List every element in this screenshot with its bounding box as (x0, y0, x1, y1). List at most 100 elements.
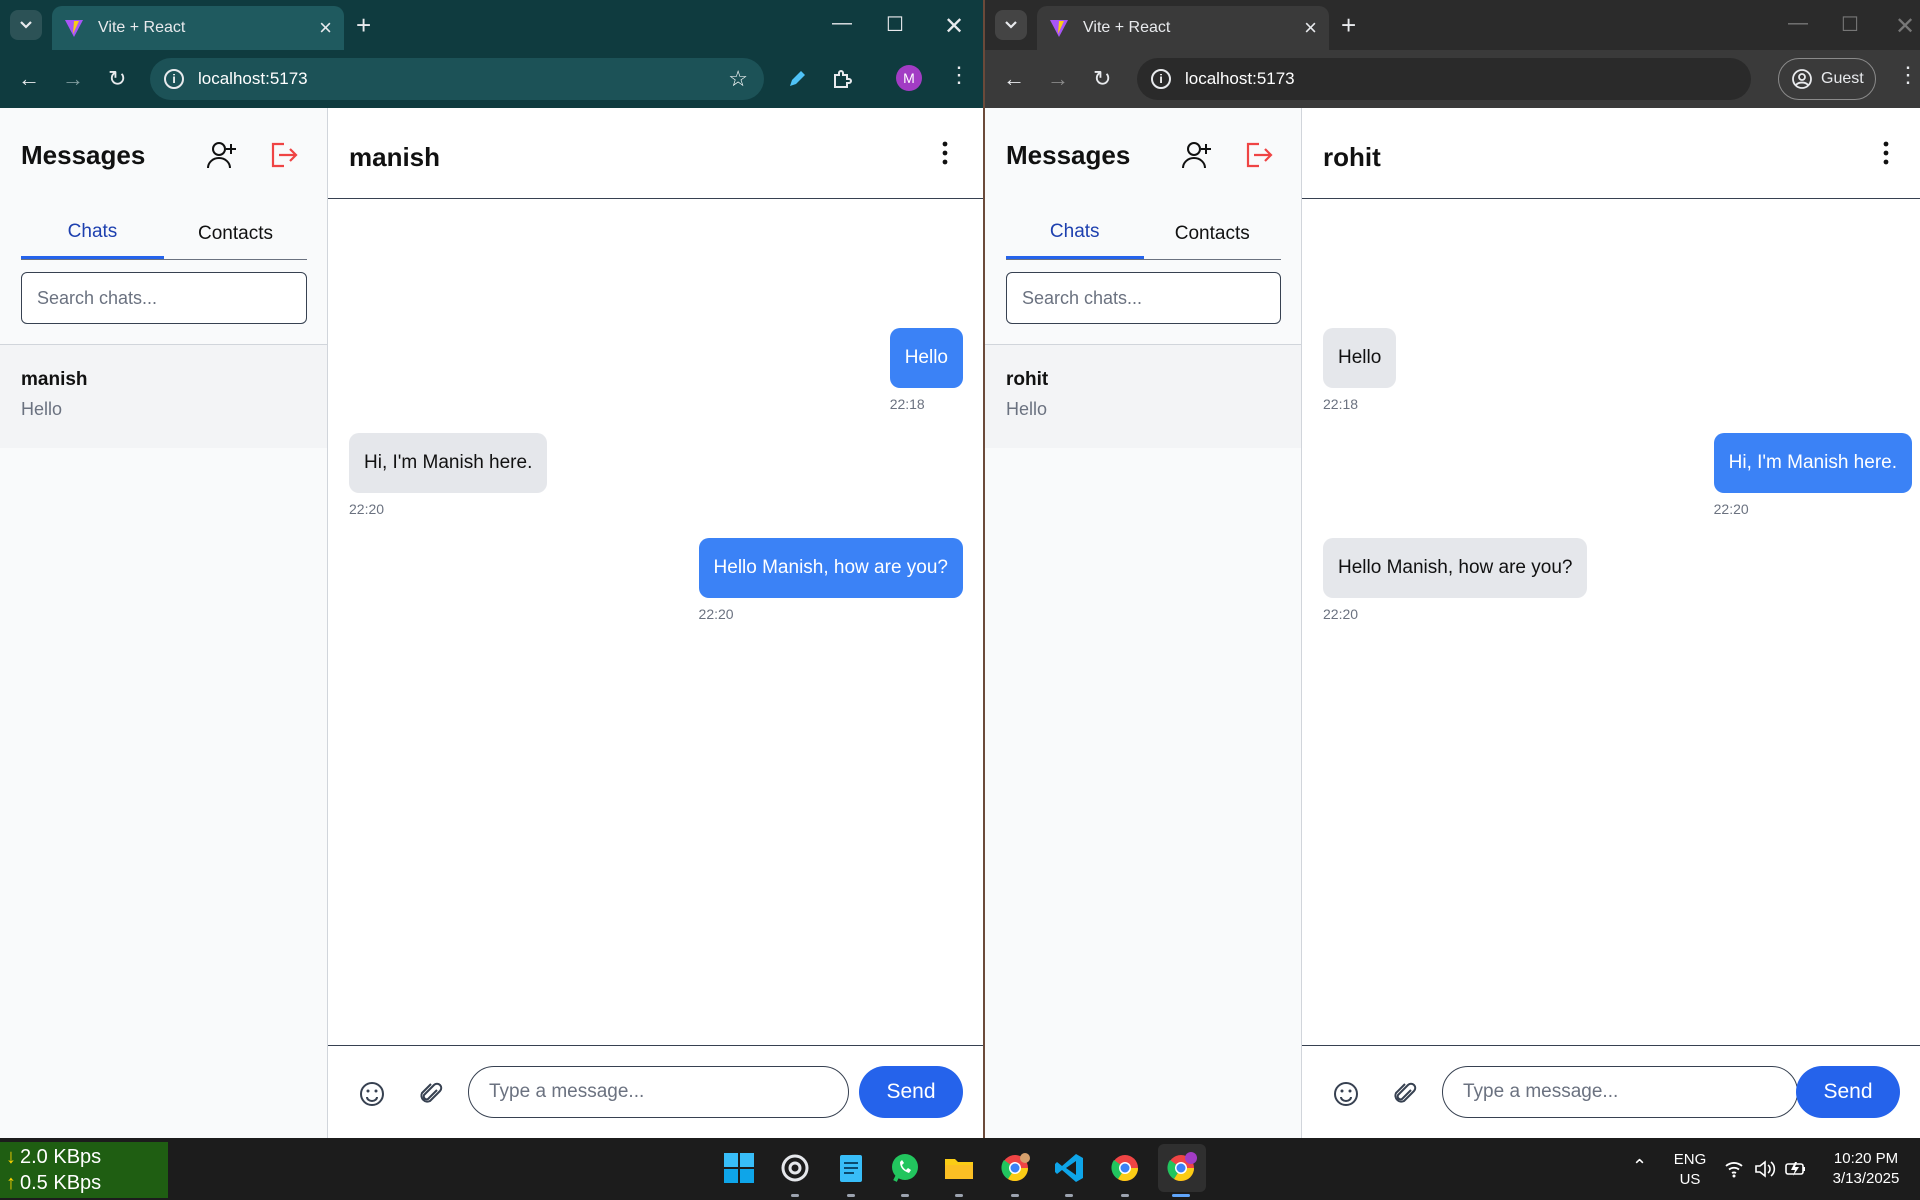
message-time: 22:20 (698, 606, 734, 622)
send-button[interactable]: Send (1796, 1066, 1900, 1118)
maximize-button[interactable]: ☐ (1841, 12, 1859, 37)
chatgpt-icon[interactable] (778, 1151, 812, 1185)
vscode-icon[interactable] (1052, 1151, 1086, 1185)
reload-button[interactable]: ↻ (108, 64, 126, 94)
logout-icon[interactable] (1241, 138, 1275, 172)
search-input[interactable] (21, 272, 307, 324)
message-incoming: Hello 22:18 (1323, 328, 1397, 412)
message-bubble: Hello (1323, 328, 1397, 388)
chat-pane: rohit Hello 22:18 Hi, I'm Manish here. 2… (1302, 108, 1920, 1138)
message-composer: Send (328, 1045, 983, 1138)
guest-icon (1792, 69, 1812, 89)
close-window-button[interactable]: ✕ (1895, 12, 1915, 41)
new-tab-button[interactable]: + (356, 12, 371, 38)
chat-name: rohit (1006, 369, 1049, 390)
browser-window-right: Vite + React × + — ☐ ✕ ← → ↻ i localhost… (985, 0, 1920, 1138)
forward-button[interactable]: → (1047, 64, 1069, 94)
clock[interactable]: 10:20 PM 3/13/2025 (1822, 1149, 1910, 1189)
file-explorer-icon[interactable] (942, 1151, 976, 1185)
browser-tab[interactable]: Vite + React × (1037, 6, 1329, 50)
site-info-icon[interactable]: i (164, 69, 184, 89)
sidebar-title: Messages (21, 140, 146, 170)
whatsapp-icon[interactable] (888, 1151, 922, 1185)
chat-list-item[interactable]: rohit Hello (985, 345, 1301, 448)
message-input[interactable] (468, 1066, 849, 1118)
pen-extension-icon[interactable] (786, 68, 808, 90)
paperclip-icon[interactable] (1391, 1080, 1419, 1108)
message-bubble: Hi, I'm Manish here. (1713, 433, 1912, 493)
volume-icon[interactable] (1754, 1159, 1776, 1179)
more-options-icon[interactable] (941, 140, 949, 166)
browser-tab[interactable]: Vite + React × (52, 6, 344, 50)
chevron-down-icon (20, 21, 32, 29)
add-contact-icon[interactable] (204, 138, 238, 172)
omnibar: ← → ↻ i localhost:5173 Guest ⋮ (985, 50, 1920, 108)
back-button[interactable]: ← (1003, 64, 1025, 94)
tab-chats[interactable]: Chats (21, 208, 164, 259)
profile-avatar[interactable]: M (896, 65, 922, 91)
message-outgoing: Hello 22:18 (889, 328, 963, 412)
running-indicator (791, 1194, 799, 1197)
more-options-icon[interactable] (1882, 140, 1890, 166)
show-hidden-icons-chevron-icon[interactable]: ⌃ (1632, 1156, 1647, 1176)
guest-profile-button[interactable]: Guest (1778, 58, 1876, 100)
running-indicator (1011, 1194, 1019, 1197)
close-tab-icon[interactable]: × (1304, 17, 1317, 39)
battery-charging-icon[interactable] (1784, 1159, 1808, 1179)
tab-contacts[interactable]: Contacts (1144, 208, 1282, 259)
tab-search-button[interactable] (10, 10, 42, 40)
back-button[interactable]: ← (18, 64, 40, 94)
browser-menu-icon[interactable]: ⋮ (1897, 62, 1919, 88)
add-contact-icon[interactable] (1179, 138, 1213, 172)
clock-date: 3/13/2025 (1832, 1170, 1900, 1187)
new-tab-button[interactable]: + (1341, 12, 1356, 38)
language-indicator[interactable]: ENG US (1668, 1150, 1712, 1190)
close-tab-icon[interactable]: × (319, 17, 332, 39)
network-monitor: ↓ 2.0 KBps ↑ 0.5 KBps (0, 1142, 168, 1198)
chrome-active-icon[interactable] (1164, 1151, 1198, 1185)
chrome-profile-icon[interactable] (998, 1151, 1032, 1185)
reload-button[interactable]: ↻ (1093, 64, 1111, 94)
message-input[interactable] (1442, 1066, 1798, 1118)
extensions-puzzle-icon[interactable] (830, 67, 854, 91)
site-info-icon[interactable]: i (1151, 69, 1171, 89)
tab-title: Vite + React (1083, 19, 1171, 36)
sidebar-title: Messages (1006, 140, 1131, 170)
message-time: 22:20 (349, 501, 385, 517)
message-outgoing: Hello Manish, how are you? 22:20 (698, 538, 963, 622)
notepad-icon[interactable] (834, 1151, 868, 1185)
close-window-button[interactable]: ✕ (944, 12, 964, 41)
search-input[interactable] (1006, 272, 1281, 324)
active-indicator (1172, 1194, 1190, 1197)
star-bookmark-icon[interactable]: ☆ (728, 66, 748, 92)
lang-line1: ENG (1673, 1151, 1707, 1168)
minimize-button[interactable]: — (1788, 12, 1808, 35)
messaging-app: Messages Chats Contacts rohit Hello rohi… (985, 108, 1920, 1138)
windows-start-icon[interactable] (722, 1151, 756, 1185)
tab-contacts[interactable]: Contacts (164, 208, 307, 259)
address-bar[interactable]: i localhost:5173 (1137, 58, 1751, 100)
running-indicator (955, 1194, 963, 1197)
send-button[interactable]: Send (859, 1066, 963, 1118)
tab-search-button[interactable] (995, 10, 1027, 40)
emoji-icon[interactable] (358, 1080, 386, 1108)
logout-icon[interactable] (266, 138, 300, 172)
forward-button[interactable]: → (62, 64, 84, 94)
chrome-icon[interactable] (1108, 1151, 1142, 1185)
net-down: 2.0 KBps (20, 1146, 102, 1168)
minimize-button[interactable]: — (832, 12, 852, 35)
sidebar: Messages Chats Contacts manish Hello (0, 108, 328, 1138)
message-time: 22:18 (1323, 396, 1359, 412)
browser-menu-icon[interactable]: ⋮ (948, 62, 970, 88)
wifi-icon[interactable] (1724, 1160, 1744, 1178)
tab-chats[interactable]: Chats (1006, 208, 1144, 259)
chat-header: manish (328, 108, 983, 199)
address-bar[interactable]: i localhost:5173 ☆ (150, 58, 764, 100)
paperclip-icon[interactable] (417, 1080, 445, 1108)
tab-title: Vite + React (98, 19, 186, 36)
emoji-icon[interactable] (1332, 1080, 1360, 1108)
chat-title: rohit (1323, 142, 1381, 172)
chat-title: manish (349, 142, 441, 172)
chat-list-item[interactable]: manish Hello (0, 345, 327, 448)
maximize-button[interactable]: ☐ (886, 12, 904, 37)
